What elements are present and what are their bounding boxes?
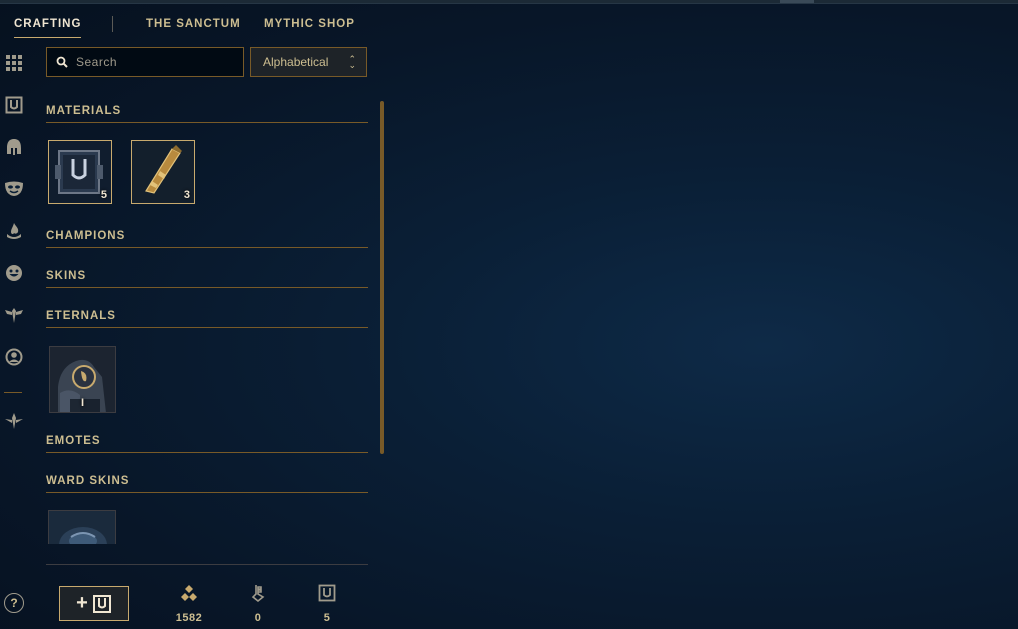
currency-orange-essence: 1582	[169, 584, 209, 624]
chevron-updown-icon: ⌃ ⌄	[348, 54, 356, 70]
eternal-tile[interactable]: I	[49, 346, 116, 413]
smiley-icon[interactable]	[4, 263, 24, 283]
plus-label: +	[76, 592, 88, 614]
top-nav: CRAFTING THE SANCTUM MYTHIC SHOP	[0, 4, 400, 44]
nav-separator	[112, 16, 113, 32]
section-champions: CHAMPIONS	[46, 230, 368, 248]
section-title: CHAMPIONS	[46, 230, 368, 248]
item-count: 5	[100, 189, 107, 201]
material-tile-chest[interactable]: 5	[48, 140, 112, 204]
scrollbar-thumb[interactable]	[380, 101, 384, 454]
item-count: I	[80, 397, 84, 409]
flame-icon[interactable]	[4, 221, 24, 241]
section-materials: MATERIALS	[46, 105, 368, 123]
search-input[interactable]	[74, 54, 238, 70]
window-drag-handle[interactable]	[780, 0, 814, 3]
rail-divider	[4, 392, 22, 393]
helmet-icon[interactable]	[4, 137, 24, 157]
profile-icon[interactable]	[4, 347, 24, 367]
chest-icon[interactable]	[4, 95, 24, 115]
chest-icon	[92, 594, 111, 613]
tft-icon[interactable]	[4, 411, 24, 431]
section-title: EMOTES	[46, 435, 368, 453]
section-eternals: ETERNALS	[46, 310, 368, 328]
help-button[interactable]: ?	[4, 593, 24, 613]
bottom-divider	[46, 564, 368, 565]
section-title: MATERIALS	[46, 105, 368, 123]
tab-mythic-shop[interactable]: MYTHIC SHOP	[264, 18, 355, 30]
grid-icon[interactable]	[4, 53, 24, 73]
search-icon	[56, 56, 68, 68]
chest-icon	[318, 584, 336, 602]
section-ward-skins: WARD SKINS	[46, 475, 368, 493]
sort-dropdown[interactable]: Alphabetical ⌃ ⌄	[250, 47, 367, 77]
section-skins: SKINS	[46, 270, 368, 288]
key-icon	[251, 585, 265, 602]
ward-skin-tile[interactable]	[48, 510, 116, 544]
currency-value: 0	[254, 612, 262, 624]
tab-crafting[interactable]: CRAFTING	[14, 18, 82, 38]
mask-icon[interactable]	[4, 179, 24, 199]
material-tile-key-fragment[interactable]: 3	[131, 140, 195, 204]
tab-the-sanctum[interactable]: THE SANCTUM	[146, 18, 241, 30]
ward-icon[interactable]	[4, 305, 24, 325]
section-title: ETERNALS	[46, 310, 368, 328]
currency-value: 5	[323, 612, 331, 624]
orange-essence-icon	[181, 585, 197, 601]
search-box[interactable]	[46, 47, 244, 77]
currency-keys: 0	[238, 584, 278, 624]
currency-value: 1582	[175, 612, 203, 624]
sort-selected-value: Alphabetical	[263, 55, 329, 69]
section-emotes: EMOTES	[46, 435, 368, 453]
category-rail	[0, 44, 28, 629]
add-chest-button[interactable]: +	[59, 586, 129, 621]
item-count: 3	[183, 189, 190, 201]
currency-chests: 5	[307, 584, 347, 624]
ward-skin-icon	[49, 511, 115, 544]
section-title: WARD SKINS	[46, 475, 368, 493]
section-title: SKINS	[46, 270, 368, 288]
